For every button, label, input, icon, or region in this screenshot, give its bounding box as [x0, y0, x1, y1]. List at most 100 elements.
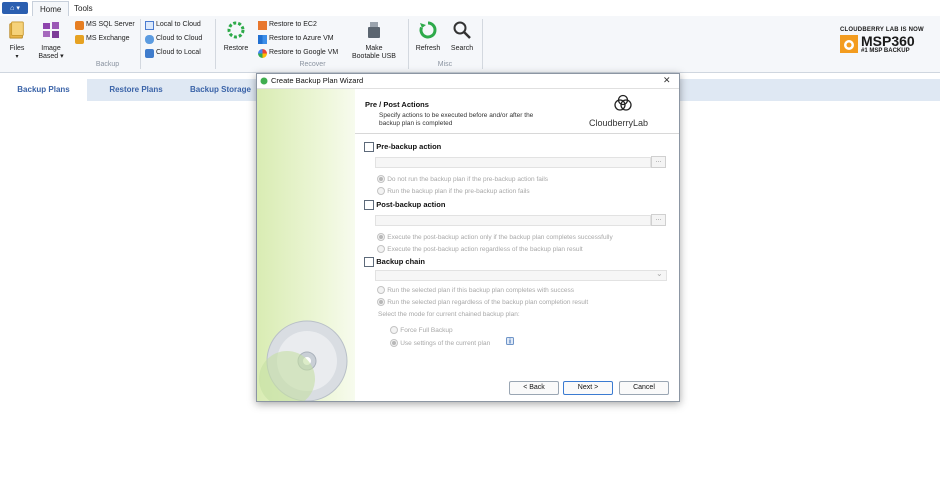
step-heading: Pre / Post Actions: [365, 100, 429, 109]
ms-exchange-button[interactable]: MS Exchange: [75, 33, 130, 45]
tab-backup-plans[interactable]: Backup Plans: [0, 79, 87, 101]
post-backup-option-2-label: Execute the post-backup action regardles…: [387, 246, 583, 253]
image-based-button[interactable]: Image Based ▾: [34, 20, 68, 61]
restore-to-ec2-button[interactable]: Restore to EC2: [258, 19, 317, 31]
cloud-to-cloud-button[interactable]: Cloud to Cloud: [145, 33, 202, 45]
chain-mode-1-label: Force Full Backup: [400, 327, 453, 334]
post-backup-browse-button[interactable]: ...: [651, 214, 666, 226]
radio-button[interactable]: [377, 285, 385, 294]
create-backup-plan-wizard-dialog: Create Backup Plan Wizard ✕ Pre / Post A…: [256, 73, 680, 402]
chevron-down-icon[interactable]: ⌄: [656, 269, 663, 278]
pre-backup-label: Pre-backup action: [376, 142, 442, 152]
ms-sql-server-label: MS SQL Server: [86, 21, 135, 28]
application-menu-button[interactable]: ⌂ ▾: [2, 2, 28, 14]
tab-restore-plans[interactable]: Restore Plans: [93, 79, 179, 101]
restore-button[interactable]: Restore: [221, 20, 251, 53]
chain-option-regardless[interactable]: Run the selected plan regardless of the …: [377, 297, 588, 306]
backup-chain-checkbox[interactable]: [364, 257, 374, 267]
search-button[interactable]: Search: [447, 20, 477, 53]
restore-label: Restore: [223, 45, 249, 52]
tab-home[interactable]: Home: [32, 1, 70, 17]
cancel-button[interactable]: Cancel: [619, 381, 669, 395]
image-based-label-2: Based ▾: [38, 53, 64, 60]
step-description-1: Specify actions to be executed before an…: [379, 112, 534, 119]
radio-button[interactable]: [377, 297, 385, 306]
brand-name: MSP360: [861, 33, 915, 49]
chain-mode-force-full[interactable]: Force Full Backup: [390, 325, 453, 334]
refresh-label: Refresh: [415, 45, 441, 52]
chain-mode-label: Select the mode for current chained back…: [378, 311, 520, 318]
aws-ec2-icon: [258, 20, 267, 30]
local-to-cloud-button[interactable]: Local to Cloud: [145, 19, 201, 31]
pre-backup-option-1-label: Do not run the backup plan if the pre-ba…: [387, 176, 549, 183]
pre-backup-browse-button[interactable]: ...: [651, 156, 666, 168]
msp360-logo-icon: [840, 35, 858, 53]
brand-tagline: #1 MSP BACKUP: [861, 48, 910, 54]
post-backup-option-always[interactable]: Execute the post-backup action regardles…: [377, 244, 583, 253]
pre-backup-checkbox-row[interactable]: Pre-backup action: [364, 142, 441, 152]
make-bootable-usb-button[interactable]: Make Bootable USB: [350, 20, 398, 61]
backup-chain-label: Backup chain: [376, 257, 425, 267]
step-description-2: backup plan is completed: [379, 120, 453, 127]
restore-to-azure-label: Restore to Azure VM: [269, 35, 334, 42]
post-backup-path-field[interactable]: [375, 215, 651, 226]
restore-to-google-button[interactable]: Restore to Google VM: [258, 47, 338, 59]
pre-backup-checkbox[interactable]: [364, 142, 374, 152]
chain-option-on-success[interactable]: Run the selected plan if this backup pla…: [377, 285, 574, 294]
local-to-cloud-icon: [145, 20, 154, 30]
backup-chain-plan-dropdown[interactable]: [375, 270, 667, 281]
ribbon-separator: [215, 19, 216, 69]
backup-chain-checkbox-row[interactable]: Backup chain: [364, 257, 425, 267]
files-icon: [9, 21, 24, 39]
radio-button[interactable]: [377, 244, 385, 253]
wizard-step-header: Pre / Post Actions Specify actions to be…: [355, 89, 679, 134]
post-backup-option-1-label: Execute the post-backup action only if t…: [387, 234, 613, 241]
ms-sql-server-button[interactable]: MS SQL Server: [75, 19, 135, 31]
wizard-side-banner: [257, 89, 355, 401]
group-label-backup: Backup: [95, 61, 120, 68]
chain-mode-use-current[interactable]: Use settings of the current plan: [390, 338, 490, 347]
post-backup-checkbox-row[interactable]: Post-backup action: [364, 200, 445, 210]
radio-button[interactable]: [390, 338, 398, 347]
pre-backup-option-fail-stop[interactable]: Do not run the backup plan if the pre-ba…: [377, 174, 548, 183]
next-button[interactable]: Next >: [563, 381, 613, 395]
refresh-button[interactable]: Refresh: [413, 20, 443, 53]
radio-button[interactable]: [377, 232, 385, 241]
pre-backup-option-fail-continue[interactable]: Run the backup plan if the pre-backup ac…: [377, 186, 530, 195]
post-backup-checkbox[interactable]: [364, 200, 374, 210]
radio-button[interactable]: [390, 325, 398, 334]
tab-backup-storage[interactable]: Backup Storage: [190, 79, 260, 101]
cloud-to-local-label: Cloud to Local: [156, 49, 201, 56]
pre-backup-path-field[interactable]: [375, 157, 651, 168]
cloudberry-logo-text: CloudberryLab: [589, 118, 649, 128]
ribbon-separator: [408, 19, 409, 69]
ribbon: Files ▾ Image Based ▾ MS SQL Server MS E…: [0, 16, 940, 73]
radio-button[interactable]: [377, 174, 385, 183]
back-button[interactable]: < Back: [509, 381, 559, 395]
restore-to-azure-button[interactable]: Restore to Azure VM: [258, 33, 334, 45]
wizard-app-icon: [260, 77, 268, 85]
radio-button[interactable]: [377, 186, 385, 195]
group-label-misc: Misc: [437, 61, 453, 68]
make-usb-label-2: Bootable USB: [352, 53, 396, 60]
image-based-label-1: Image: [41, 45, 61, 52]
chain-option-1-label: Run the selected plan if this backup pla…: [387, 287, 575, 294]
local-to-cloud-label: Local to Cloud: [156, 21, 201, 28]
files-dropdown-arrow: ▾: [15, 54, 19, 60]
windows-azure-icon: [258, 34, 267, 44]
cloud-to-local-button[interactable]: Cloud to Local: [145, 47, 201, 59]
info-icon[interactable]: [506, 337, 514, 345]
pre-backup-option-2-label: Run the backup plan if the pre-backup ac…: [387, 188, 530, 195]
post-backup-label: Post-backup action: [376, 200, 446, 210]
dialog-title-bar: Create Backup Plan Wizard ✕: [257, 74, 679, 89]
ms-exchange-label: MS Exchange: [86, 35, 130, 42]
files-label: Files: [9, 45, 25, 52]
files-button[interactable]: Files ▾: [5, 20, 29, 61]
disc-icon: [259, 320, 348, 401]
close-icon[interactable]: ✕: [663, 75, 671, 86]
tab-tools[interactable]: Tools: [67, 1, 100, 16]
post-backup-option-success-only[interactable]: Execute the post-backup action only if t…: [377, 232, 613, 241]
refresh-icon: [419, 21, 437, 39]
cloudberry-logo-icon: [614, 94, 632, 111]
usb-drive-icon: [368, 22, 380, 38]
